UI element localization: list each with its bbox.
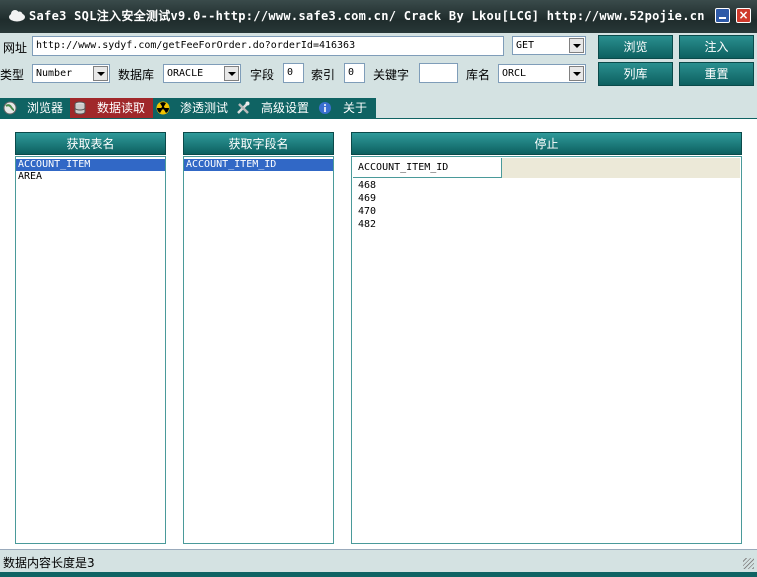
radiation-icon xyxy=(156,101,170,115)
table-row[interactable]: 482 xyxy=(353,218,376,231)
tab-browser[interactable]: 浏览器 xyxy=(0,98,70,118)
cloud-icon xyxy=(9,10,25,22)
resize-grip-icon[interactable] xyxy=(743,558,754,569)
tab-advanced[interactable]: 高级设置 xyxy=(233,98,315,118)
fields-list[interactable]: ACCOUNT_ITEM_ID xyxy=(183,156,334,544)
globe-icon xyxy=(3,101,17,115)
method-value: GET xyxy=(516,40,535,51)
window-title: Safe3 SQL注入安全测试v9.0--http://www.safe3.co… xyxy=(29,9,705,23)
get-fields-button[interactable]: 获取字段名 xyxy=(183,132,334,155)
tab-about[interactable]: 关于 xyxy=(315,98,376,118)
inject-button[interactable]: 注入 xyxy=(679,35,754,59)
dbname-label: 库名 xyxy=(466,68,491,82)
db-value: ORACLE xyxy=(167,68,204,79)
close-button[interactable]: × xyxy=(736,8,751,23)
url-input[interactable]: http://www.sydyf.com/getFeeForOrder.do?o… xyxy=(32,36,504,56)
stop-button[interactable]: 停止 xyxy=(351,132,742,155)
minimize-button[interactable] xyxy=(715,8,730,23)
db-select[interactable]: ORACLE xyxy=(163,64,241,83)
list-item[interactable]: ACCOUNT_ITEM xyxy=(16,159,165,171)
database-icon xyxy=(74,101,86,115)
url-label: 网址 xyxy=(3,41,28,55)
title-bar: Safe3 SQL注入安全测试v9.0--http://www.safe3.co… xyxy=(0,0,757,33)
index-input[interactable]: 0 xyxy=(344,63,365,83)
data-grid[interactable]: ACCOUNT_ITEM_ID 468 469 470 482 xyxy=(351,156,742,544)
index-label: 索引 xyxy=(311,68,336,82)
browse-button[interactable]: 浏览 xyxy=(598,35,673,59)
table-row[interactable]: 468 xyxy=(353,179,376,192)
tables-list[interactable]: ACCOUNT_ITEM AREA xyxy=(15,156,166,544)
reset-button[interactable]: 重置 xyxy=(679,62,754,86)
field-input[interactable]: 0 xyxy=(283,63,304,83)
get-tables-button[interactable]: 获取表名 xyxy=(15,132,166,155)
db-label: 数据库 xyxy=(118,68,155,82)
status-text: 数据内容长度是3 xyxy=(3,556,95,570)
dbname-value: ORCL xyxy=(502,68,527,79)
field-label: 字段 xyxy=(250,68,275,82)
list-item[interactable]: ACCOUNT_ITEM_ID xyxy=(184,159,333,171)
method-select[interactable]: GET xyxy=(512,36,586,55)
tab-bar: 浏览器 数据读取 渗透测试 高级设置 关于 xyxy=(0,98,757,118)
list-item[interactable]: AREA xyxy=(16,171,165,183)
table-row[interactable]: 470 xyxy=(353,205,376,218)
tools-icon xyxy=(237,101,250,114)
data-read-panel: 获取表名 ACCOUNT_ITEM AREA 获取字段名 ACCOUNT_ITE… xyxy=(0,118,757,549)
type-label: 类型 xyxy=(0,68,25,82)
table-row[interactable]: 469 xyxy=(353,192,376,205)
dbname-select[interactable]: ORCL xyxy=(498,64,586,83)
chevron-down-icon[interactable] xyxy=(224,66,239,81)
type-select[interactable]: Number xyxy=(32,64,110,83)
tab-penetration[interactable]: 渗透测试 xyxy=(153,98,233,118)
keyword-input[interactable] xyxy=(419,63,458,83)
toolbar: 网址 http://www.sydyf.com/getFeeForOrder.d… xyxy=(0,33,757,98)
status-bar: 数据内容长度是3 xyxy=(0,549,757,572)
data-rows: 468 469 470 482 xyxy=(353,179,376,231)
chevron-down-icon[interactable] xyxy=(93,66,108,81)
chevron-down-icon[interactable] xyxy=(569,66,584,81)
keyword-label: 关键字 xyxy=(373,68,410,82)
list-db-button[interactable]: 列库 xyxy=(598,62,673,86)
chevron-down-icon[interactable] xyxy=(569,38,584,53)
info-icon xyxy=(319,102,331,114)
column-header[interactable]: ACCOUNT_ITEM_ID xyxy=(353,158,502,178)
type-value: Number xyxy=(36,68,73,79)
tab-data-read[interactable]: 数据读取 xyxy=(70,98,153,118)
